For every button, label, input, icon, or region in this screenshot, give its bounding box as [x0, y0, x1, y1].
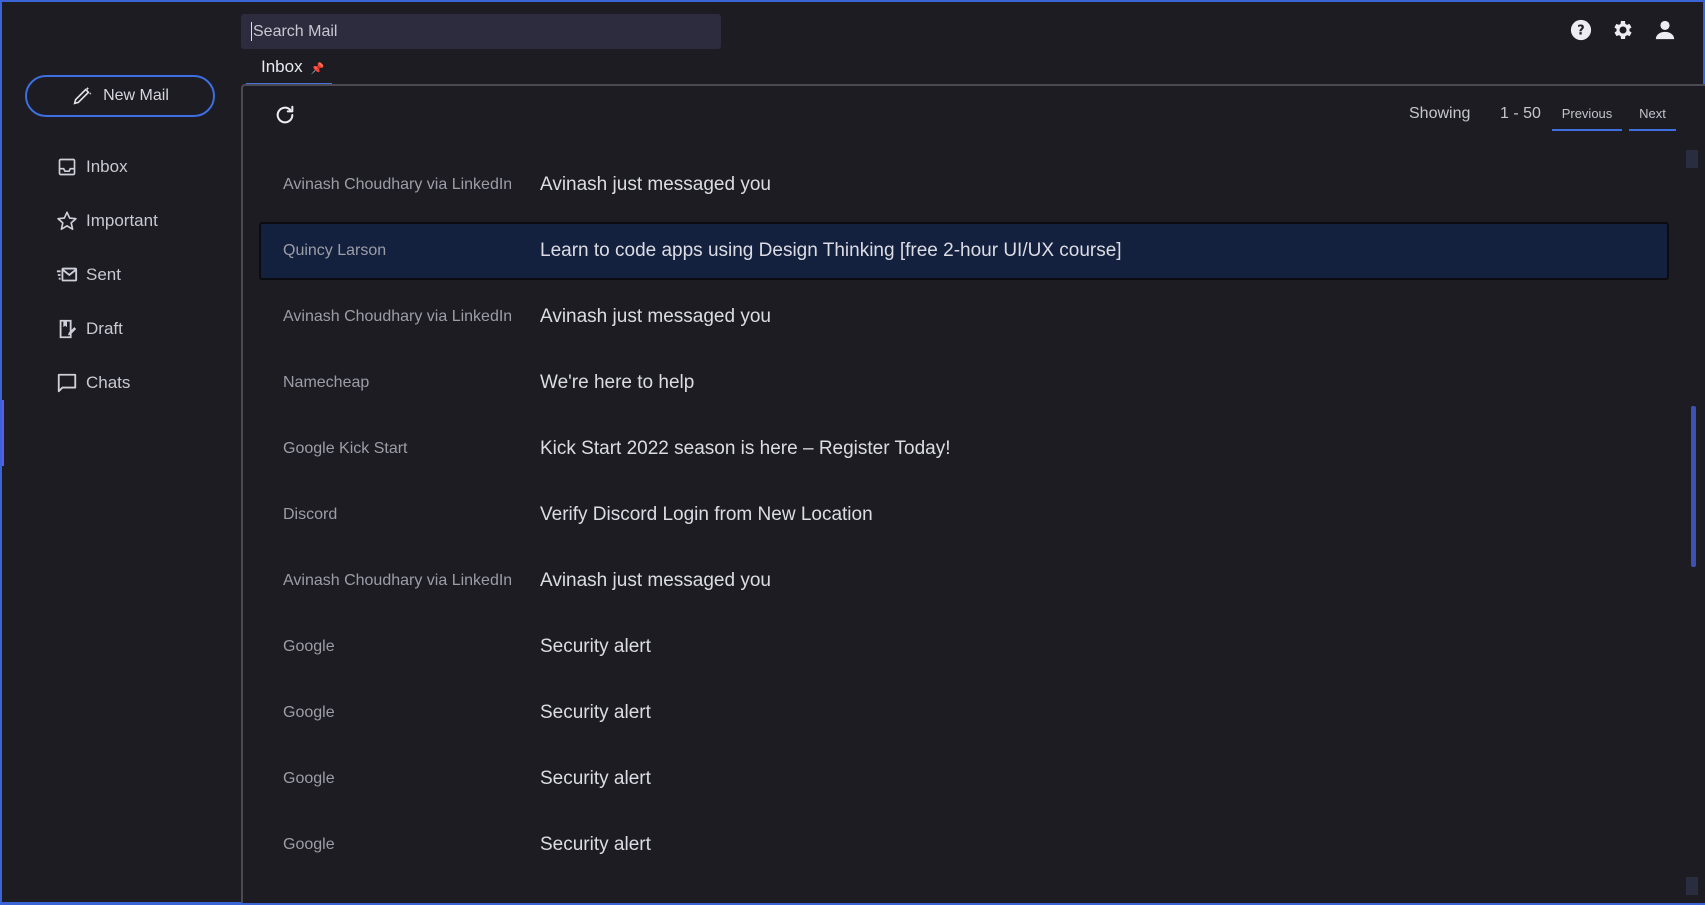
search-placeholder: Search Mail [253, 23, 338, 40]
tab-label: Inbox [261, 57, 303, 76]
mail-list: Avinash Choudhary via LinkedIn Avinash j… [259, 152, 1669, 878]
sidebar-item-label: Important [86, 211, 158, 230]
page-range: 1 - 50 [1500, 105, 1541, 122]
tab-inbox[interactable]: Inbox 📌 [246, 57, 333, 85]
sidebar-item-draft[interactable]: Draft [56, 316, 123, 342]
sidebar-item-inbox[interactable]: Inbox [56, 154, 128, 180]
star-icon [56, 210, 78, 232]
sent-mail-icon [56, 264, 78, 286]
mail-sender: Google [283, 770, 335, 787]
mail-subject: We're here to help [540, 372, 695, 393]
mail-row-selected[interactable]: Quincy Larson Learn to code apps using D… [259, 222, 1669, 280]
chat-icon [56, 372, 78, 394]
gear-icon[interactable] [1611, 18, 1635, 42]
mail-sender: Avinash Choudhary via LinkedIn [283, 176, 511, 193]
refresh-icon[interactable] [274, 104, 296, 126]
draft-icon [56, 318, 78, 340]
text-caret [251, 22, 252, 42]
scrollbar-thumb[interactable] [1691, 406, 1696, 567]
mail-sender: Google [283, 836, 335, 853]
showing-label: Showing [1409, 105, 1471, 122]
sidebar-item-label: Chats [86, 373, 131, 392]
mail-row[interactable]: Google Security alert [259, 680, 1669, 746]
mail-list-panel: Showing 1 - 50 Previous Next Avinash Cho… [241, 84, 1705, 903]
mail-row[interactable]: Google Security alert [259, 746, 1669, 812]
mail-subject: Kick Start 2022 season is here – Registe… [540, 438, 951, 459]
mail-row[interactable]: Google Security alert [259, 812, 1669, 878]
new-mail-label: New Mail [103, 87, 169, 104]
mail-sender: Quincy Larson [283, 242, 387, 259]
new-mail-button[interactable]: New Mail [25, 75, 215, 117]
sidebar-item-label: Inbox [86, 157, 128, 176]
mail-subject: Security alert [540, 768, 651, 789]
search-input[interactable]: Search Mail [241, 14, 721, 49]
mail-row[interactable]: Google Kick Start Kick Start 2022 season… [259, 416, 1669, 482]
mail-sender: Discord [283, 506, 338, 523]
sidebar-item-sent[interactable]: Sent [56, 262, 121, 288]
mail-row[interactable]: Avinash Choudhary via LinkedIn Avinash j… [259, 548, 1669, 614]
top-icons: ? [1569, 18, 1677, 42]
mail-sender: Google Kick Start [283, 440, 408, 457]
mail-sender: Google [283, 704, 335, 721]
sidebar-item-label: Draft [86, 319, 123, 338]
mail-sender: Avinash Choudhary via LinkedIn [283, 308, 511, 325]
mail-subject: Learn to code apps using Design Thinking… [540, 240, 1122, 261]
next-button[interactable]: Next [1629, 98, 1676, 131]
svg-text:?: ? [1577, 24, 1584, 39]
mail-row[interactable]: Avinash Choudhary via LinkedIn Avinash j… [259, 152, 1669, 218]
mail-subject: Avinash just messaged you [540, 570, 771, 591]
mail-row[interactable]: Avinash Choudhary via LinkedIn Avinash j… [259, 284, 1669, 350]
mail-subject: Avinash just messaged you [540, 306, 771, 327]
mail-subject: Avinash just messaged you [540, 174, 771, 195]
mail-subject: Security alert [540, 702, 651, 723]
compose-icon [73, 86, 92, 105]
mail-subject: Verify Discord Login from New Location [540, 504, 873, 525]
inbox-icon [56, 156, 78, 178]
sidebar-item-important[interactable]: Important [56, 208, 158, 234]
mail-row[interactable]: Google Security alert [259, 614, 1669, 680]
sidebar-item-label: Sent [86, 265, 121, 284]
mail-sender: Avinash Choudhary via LinkedIn [283, 572, 511, 589]
previous-button[interactable]: Previous [1552, 98, 1622, 131]
scroll-up-button[interactable] [1686, 150, 1698, 168]
scroll-down-button[interactable] [1686, 877, 1698, 895]
mail-subject: Security alert [540, 636, 651, 657]
mail-row[interactable]: Discord Verify Discord Login from New Lo… [259, 482, 1669, 548]
mail-sender: Google [283, 638, 335, 655]
sidebar-item-chats[interactable]: Chats [56, 370, 130, 396]
mail-toolbar: Showing 1 - 50 Previous Next [243, 86, 1705, 144]
app-window: Search Mail ? New Mail Inbox Important S… [0, 0, 1705, 905]
pin-icon[interactable]: 📌 [311, 62, 325, 75]
mail-sender: Namecheap [283, 374, 370, 391]
mail-row[interactable]: Namecheap We're here to help [259, 350, 1669, 416]
window-edge-marker [2, 400, 4, 466]
help-icon[interactable]: ? [1569, 18, 1593, 42]
person-icon[interactable] [1653, 18, 1677, 42]
mail-subject: Security alert [540, 834, 651, 855]
